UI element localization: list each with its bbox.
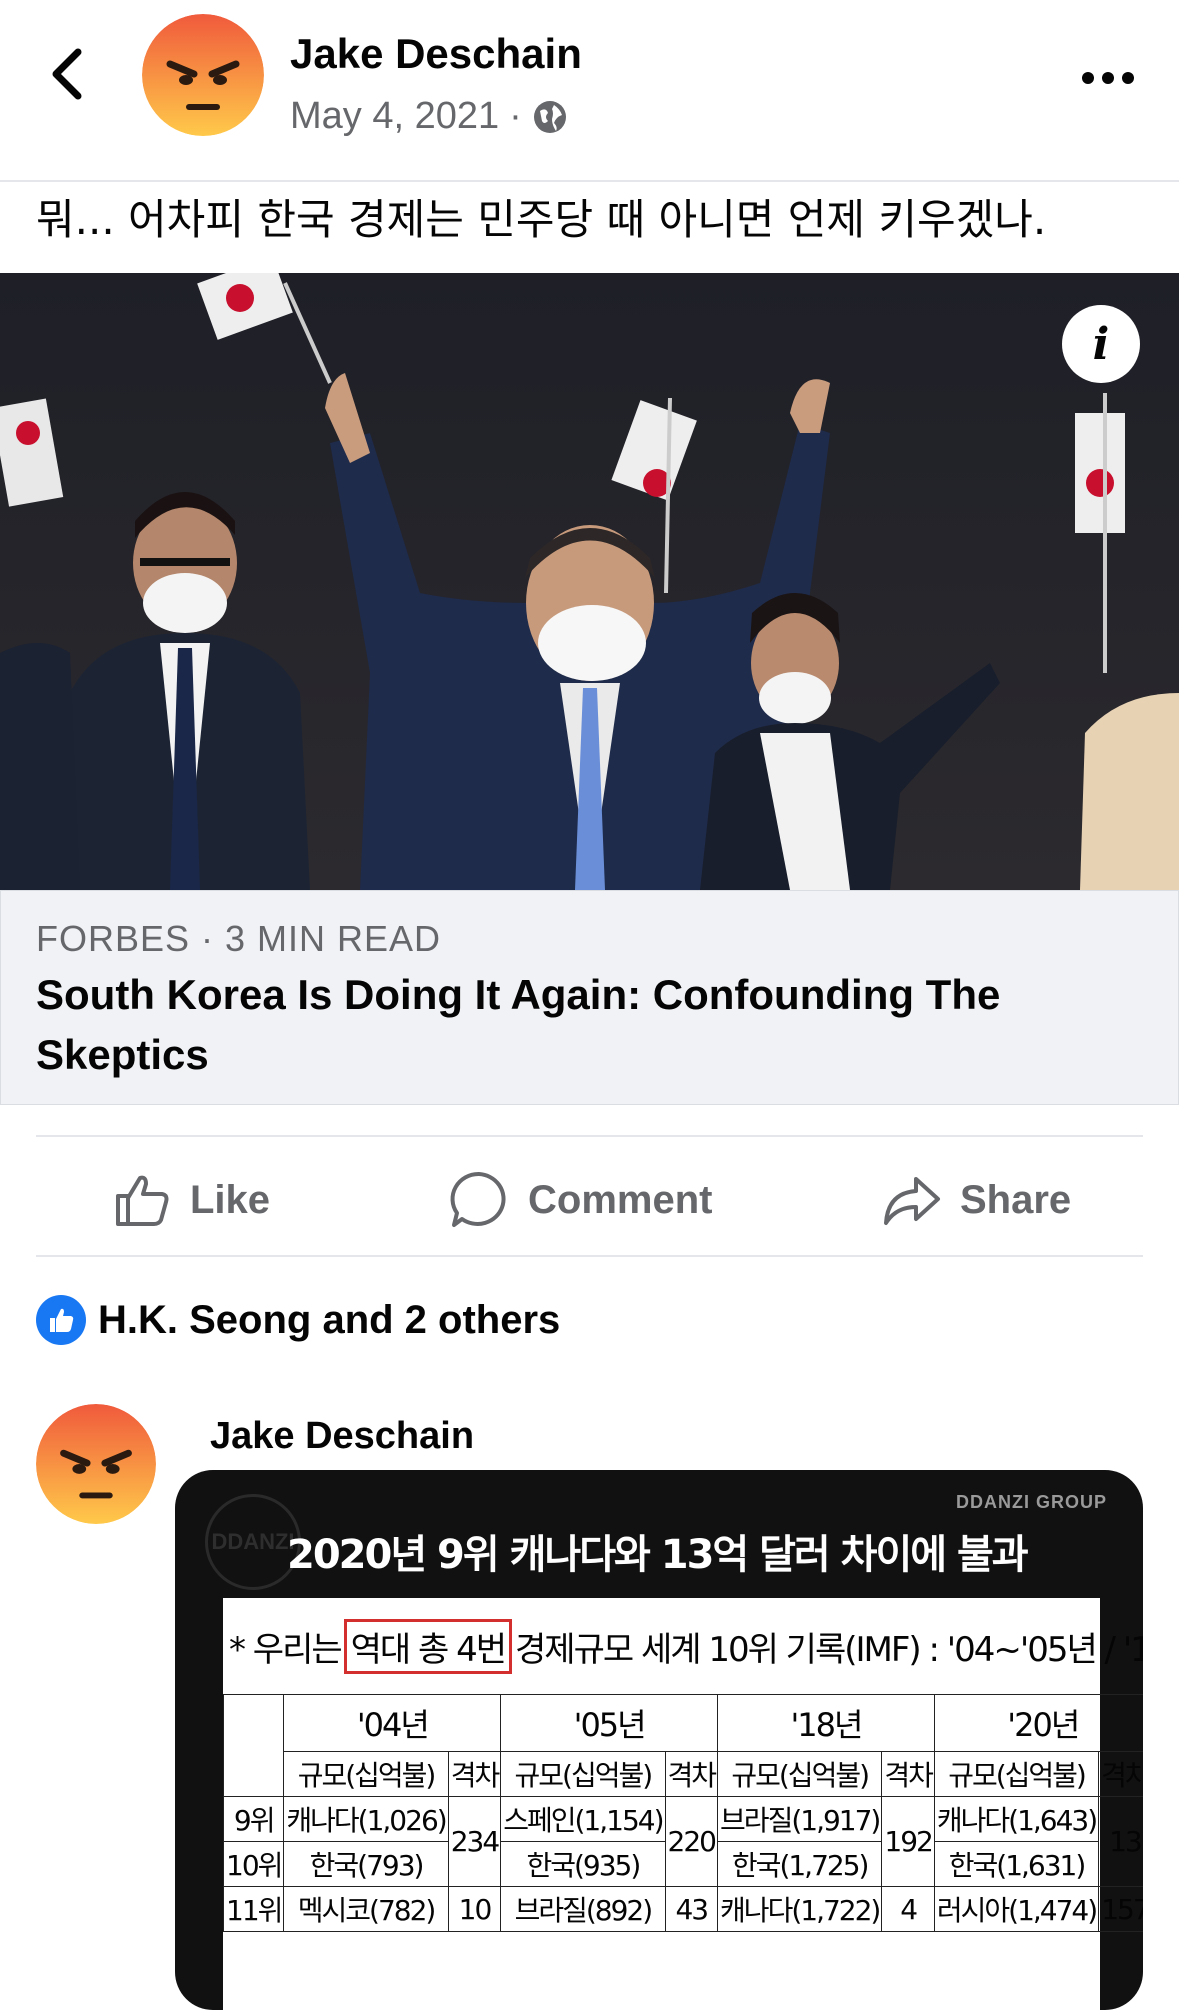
size-header: 규모(십억불) (933, 1751, 1100, 1797)
gap-cell: 13 (1098, 1796, 1143, 1887)
share-label: Share (960, 1177, 1072, 1222)
back-arrow-icon[interactable] (44, 44, 96, 104)
reactions-summary[interactable]: H.K. Seong and 2 others (36, 1295, 560, 1345)
more-options-icon[interactable] (1080, 58, 1136, 98)
info-icon: i (1092, 318, 1110, 370)
share-button[interactable]: Share (880, 1160, 1071, 1240)
note-boxed: 역대 총 4번 (343, 1618, 513, 1674)
comment-bubble-icon (450, 1171, 506, 1227)
gap-cell: 234 (447, 1796, 502, 1887)
year-header: '18년 (717, 1694, 935, 1752)
reactions-text: H.K. Seong and 2 others (98, 1297, 561, 1342)
size-cell: 스페인(1,154) (500, 1796, 666, 1842)
gap-cell: 10 (447, 1886, 502, 1932)
comment-button[interactable]: Comment (448, 1160, 712, 1240)
size-cell: 한국(793) (283, 1841, 449, 1887)
divider-top (36, 1135, 1143, 1137)
angry-face-icon (142, 14, 264, 136)
size-cell: 캐나다(1,722) (717, 1886, 883, 1932)
gap-header: 격차 (447, 1751, 502, 1797)
like-label: Like (190, 1177, 271, 1222)
thumbs-up-icon (116, 1175, 169, 1226)
gap-header: 격차 (1098, 1751, 1143, 1797)
share-arrow-icon (884, 1177, 940, 1225)
note-prefix: * 우리는 (229, 1629, 343, 1670)
size-cell: 브라질(1,917) (717, 1796, 883, 1842)
size-cell: 한국(1,631) (933, 1841, 1100, 1887)
year-header: '05년 (500, 1694, 719, 1752)
link-source: FORBES · 3 MIN READ (36, 918, 442, 959)
size-header: 규모(십억불) (717, 1751, 883, 1797)
angry-face-icon (36, 1404, 156, 1524)
image-brand: DDANZI GROUP (956, 1492, 1107, 1512)
note-suffix: 경제규모 세계 10위 기록(IMF) : '04~'05년 / '18년 / … (515, 1629, 1143, 1670)
rank-cell: 10위 (222, 1841, 285, 1887)
size-header: 규모(십억불) (500, 1751, 666, 1797)
year-header: '20년 (933, 1694, 1143, 1752)
gap-cell: 43 (664, 1886, 719, 1932)
gap-header: 격차 (664, 1751, 719, 1797)
gap-cell: 220 (664, 1796, 719, 1887)
like-button[interactable]: Like (112, 1160, 270, 1240)
table-cell (222, 1694, 285, 1797)
image-note: * 우리는 역대 총 4번 경제규모 세계 10위 기록(IMF) : '04~… (229, 1604, 1143, 1688)
author-name[interactable]: Jake Deschain (290, 30, 582, 78)
size-cell: 멕시코(782) (283, 1886, 449, 1932)
size-cell: 한국(935) (500, 1841, 666, 1887)
like-reaction-icon (36, 1295, 86, 1345)
gap-cell: 4 (881, 1886, 935, 1932)
post-header: Jake Deschain May 4, 2021 · (0, 0, 1179, 182)
size-cell: 브라질(892) (500, 1886, 666, 1932)
post-meta: May 4, 2021 · (290, 95, 568, 138)
globe-icon (533, 100, 566, 133)
image-title: 2020년 9위 캐나다와 13억 달러 차이에 불과 (287, 1532, 1029, 1578)
link-headline[interactable]: South Korea Is Doing It Again: Confoundi… (36, 965, 1136, 1085)
table-row: 규모(십억불) 격차 규모(십억불) 격차 규모(십억불) 격차 규모(십억불)… (224, 1751, 1143, 1797)
rank-cell: 11위 (222, 1886, 285, 1932)
rally-photo-image (0, 273, 1179, 890)
size-header: 규모(십억불) (283, 1751, 449, 1797)
gdp-ranking-table: '04년 '05년 '18년 '20년 규모(십억불) 격차 규모(십억불) 격… (222, 1694, 1143, 1932)
avatar[interactable] (142, 14, 264, 136)
divider-bottom (36, 1255, 1143, 1257)
commenter-name[interactable]: Jake Deschain (210, 1415, 474, 1458)
image-table-panel: * 우리는 역대 총 4번 경제규모 세계 10위 기록(IMF) : '04~… (222, 1598, 1143, 2010)
size-cell: 캐나다(1,643) (933, 1796, 1100, 1842)
commenter-avatar[interactable] (36, 1404, 156, 1524)
gap-header: 격차 (881, 1751, 935, 1797)
size-cell: 캐나다(1,026) (283, 1796, 449, 1842)
table-row: 9위 캐나다(1,026) 234 스페인(1,154) 220 브라질(1,9… (222, 1796, 1143, 1887)
size-cell: 러시아(1,474) (933, 1886, 1100, 1932)
size-cell: 한국(1,725) (717, 1841, 883, 1887)
rank-cell: 9위 (222, 1796, 285, 1842)
article-photo[interactable] (0, 273, 1179, 890)
post-date[interactable]: May 4, 2021 (290, 95, 499, 138)
table-row: 11위 멕시코(782) 10 브라질(892) 43 캐나다(1,722) 4… (222, 1886, 1143, 1932)
comment-label: Comment (528, 1177, 713, 1222)
meta-separator: · (509, 95, 522, 137)
comment-image[interactable]: DDANZI DDANZI GROUP 2020년 9위 캐나다와 13억 달러… (175, 1470, 1143, 2010)
info-button[interactable]: i (1062, 305, 1140, 383)
post-text: 뭐... 어차피 한국 경제는 민주당 때 아니면 언제 키우겠나. (36, 195, 1047, 244)
year-header: '04년 (283, 1694, 502, 1752)
gap-cell: 192 (881, 1796, 935, 1887)
gap-cell: 157 (1098, 1886, 1143, 1932)
table-row: '04년 '05년 '18년 '20년 (222, 1694, 1143, 1797)
